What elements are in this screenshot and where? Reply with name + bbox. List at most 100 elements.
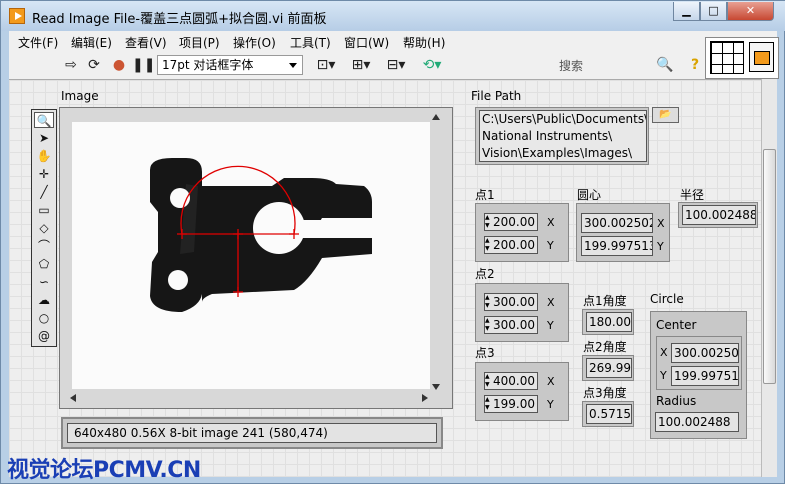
point1-y-input[interactable]: ▲ ▼ 200.00 <box>484 236 538 254</box>
circle-cluster: Center X 300.002502 Y 199.997513 Radius … <box>650 311 747 439</box>
increment-icon[interactable]: ▲ ▼ <box>485 214 492 230</box>
menu-window[interactable]: 窗口(W) <box>344 34 389 51</box>
point2-cluster: ▲ ▼ 300.00 X ▲ ▼ 300.00 Y <box>475 283 569 342</box>
menu-tools[interactable]: 工具(T) <box>290 34 331 51</box>
abort-icon[interactable]: ● <box>110 57 128 73</box>
point3-cluster: ▲ ▼ 400.00 X ▲ ▼ 199.00 Y <box>475 362 569 421</box>
labview-app-icon <box>9 8 25 24</box>
file-path-control[interactable]: C:\Users\Public\Documents\ National Inst… <box>475 107 649 165</box>
radius-value: 100.002488 <box>682 205 756 225</box>
point3-label: 点3 <box>475 346 495 360</box>
align-objects-icon[interactable]: ⊡▾ <box>311 57 341 73</box>
pointer-tool-icon[interactable]: ➤ <box>34 130 54 146</box>
title-bar[interactable]: Read Image File-覆盖三点圆弧+拟合圆.vi 前面板 ▁ □ ✕ <box>1 1 785 31</box>
watermark-text: 视觉论坛PCMV.CN <box>7 458 201 483</box>
spiral-tool-icon[interactable]: @ <box>34 328 54 344</box>
center-label: 圆心 <box>577 188 602 202</box>
scroll-thumb[interactable] <box>763 149 776 384</box>
rotated-rect-tool-icon[interactable]: ◇ <box>34 220 54 236</box>
axis-label: Y <box>657 240 664 253</box>
menu-view[interactable]: 查看(V) <box>125 34 167 51</box>
point2-x-input[interactable]: ▲ ▼ 300.00 <box>484 293 538 311</box>
angle3-label: 点3角度 <box>583 386 627 400</box>
menu-project[interactable]: 项目(P) <box>179 34 220 51</box>
panel-vertical-scrollbar[interactable] <box>761 79 777 477</box>
reorder-icon[interactable]: ⟲▾ <box>417 57 447 73</box>
circle-center-cluster: X 300.002502 Y 199.997513 <box>656 336 742 390</box>
image-label: Image <box>61 89 99 103</box>
axis-label: Y <box>547 398 554 411</box>
file-path-line: Vision\Examples\Images\ <box>482 146 633 160</box>
axis-label: X <box>547 375 555 388</box>
pause-icon[interactable]: ❚❚ <box>132 57 155 73</box>
run-arrow-icon[interactable]: ⇨ <box>62 57 80 73</box>
font-select[interactable]: 17pt 对话框字体 <box>157 55 303 75</box>
center-y-value: 199.997513 <box>581 236 653 256</box>
circle-center-label: Center <box>656 318 697 332</box>
point3-x-input[interactable]: ▲ ▼ 400.00 <box>484 372 538 390</box>
image-vertical-scrollbar[interactable] <box>430 112 442 392</box>
freehand-tool-icon[interactable]: ∽ <box>34 274 54 290</box>
point2-y-input[interactable]: ▲ ▼ 300.00 <box>484 316 538 334</box>
resize-objects-icon[interactable]: ⊟▾ <box>381 57 411 73</box>
menu-help[interactable]: 帮助(H) <box>403 34 445 51</box>
image-horizontal-scrollbar[interactable] <box>68 392 430 404</box>
maximize-button[interactable]: □ <box>700 2 727 21</box>
annulus-tool-icon[interactable]: ⌒ <box>34 238 54 254</box>
point2-label: 点2 <box>475 267 495 281</box>
help-icon[interactable]: ? <box>686 57 704 73</box>
file-path-label: File Path <box>471 89 522 103</box>
connector-pane[interactable] <box>705 37 779 79</box>
folder-icon: 📂 <box>659 109 672 120</box>
pan-tool-icon[interactable]: ✋ <box>34 148 54 164</box>
point-tool-icon[interactable]: ✛ <box>34 166 54 182</box>
minimize-button[interactable]: ▁ <box>673 2 700 21</box>
distribute-objects-icon[interactable]: ⊞▾ <box>346 57 376 73</box>
zoom-tool-icon[interactable]: 🔍 <box>34 112 54 128</box>
circle-center-y-value: 199.997513 <box>671 366 739 386</box>
close-button[interactable]: ✕ <box>727 2 774 21</box>
increment-icon[interactable]: ▲ ▼ <box>485 237 492 253</box>
increment-icon[interactable]: ▲ ▼ <box>485 396 492 412</box>
image-info: 640x480 0.56X 8-bit image 241 (580,474) <box>67 423 437 443</box>
rectangle-tool-icon[interactable]: ▭ <box>34 202 54 218</box>
freehand-region-icon[interactable]: ☁ <box>34 292 54 308</box>
circle-radius-label: Radius <box>656 394 697 408</box>
run-continuously-icon[interactable]: ⟳ <box>85 57 103 73</box>
image-canvas[interactable] <box>72 122 430 389</box>
search-icon[interactable]: 🔍 <box>656 57 674 73</box>
point1-x-input[interactable]: ▲ ▼ 200.00 <box>484 213 538 231</box>
axis-label: Y <box>660 369 667 382</box>
point1-cluster: ▲ ▼ 200.00 X ▲ ▼ 200.00 Y <box>475 203 569 262</box>
circle-center-x-value: 300.002502 <box>671 343 739 363</box>
part-image <box>150 158 374 312</box>
vi-icon <box>749 42 774 72</box>
file-path-line: National Instruments\ <box>482 129 613 143</box>
minimize-icon: ▁ <box>682 4 691 17</box>
oval-tool-icon[interactable]: ○ <box>34 310 54 326</box>
line-tool-icon[interactable]: ╱ <box>34 184 54 200</box>
image-display[interactable] <box>59 107 453 409</box>
angle2-value: 269.999 <box>586 358 632 378</box>
angle1-label: 点1角度 <box>583 294 627 308</box>
axis-label: X <box>657 217 665 230</box>
increment-icon[interactable]: ▲ ▼ <box>485 294 492 310</box>
increment-icon[interactable]: ▲ ▼ <box>485 317 492 333</box>
menu-operate[interactable]: 操作(O) <box>233 34 276 51</box>
point3-y-input[interactable]: ▲ ▼ 199.00 <box>484 395 538 413</box>
window-title: Read Image File-覆盖三点圆弧+拟合圆.vi 前面板 <box>32 12 327 27</box>
close-icon: ✕ <box>745 4 756 17</box>
axis-label: Y <box>547 319 554 332</box>
image-status-bar: 640x480 0.56X 8-bit image 241 (580,474) <box>61 417 443 449</box>
increment-icon[interactable]: ▲ ▼ <box>485 373 492 389</box>
menu-edit[interactable]: 编辑(E) <box>71 34 112 51</box>
center-cluster: 300.002502 X 199.997513 Y <box>576 203 670 262</box>
angle1-value: 180.001 <box>586 312 632 332</box>
angle2-label: 点2角度 <box>583 340 627 354</box>
polygon-tool-icon[interactable]: ⬠ <box>34 256 54 272</box>
center-x-value: 300.002502 <box>581 213 653 233</box>
toolbar: ⇨ ⟳ ● ❚❚ 17pt 对话框字体 ⊡▾ ⊞▾ ⊟▾ ⟲▾ 搜索 🔍 ? <box>9 52 705 79</box>
browse-button[interactable]: 📂 <box>652 107 679 123</box>
connector-grid-icon <box>710 41 744 74</box>
menu-file[interactable]: 文件(F) <box>18 34 58 51</box>
